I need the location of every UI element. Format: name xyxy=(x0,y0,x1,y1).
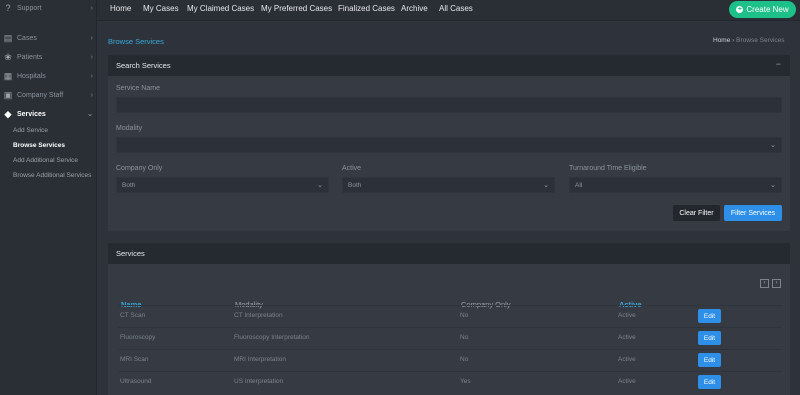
edit-button[interactable]: Edit xyxy=(698,309,721,323)
cell-company-only: No xyxy=(460,312,469,319)
edit-button[interactable]: Edit xyxy=(698,353,721,367)
sidebar: ? Support › ▤ Cases › ❀ Patients › ▦ Hos… xyxy=(0,0,97,395)
sidebar-sub-browse-services[interactable]: Browse Services xyxy=(13,141,93,150)
sidebar-item-label: Cases xyxy=(17,34,37,42)
clear-filter-button[interactable]: Clear Filter xyxy=(673,205,720,221)
sidebar-sub-add-additional-service[interactable]: Add Additional Service xyxy=(13,156,93,165)
create-new-label: Create New xyxy=(746,5,789,14)
cell-company-only: No xyxy=(460,356,469,363)
help-circle-icon: ? xyxy=(5,3,11,13)
cell-company-only: Yes xyxy=(460,378,471,385)
sidebar-item-support[interactable]: ? Support › xyxy=(0,0,97,16)
nav-home[interactable]: Home xyxy=(110,4,131,13)
sidebar-item-services[interactable]: ◆ Services ⌄ xyxy=(0,106,97,122)
chevron-down-icon: ⌄ xyxy=(770,142,776,149)
chevron-down-icon: ⌄ xyxy=(317,182,323,189)
services-panel: Services ‹ › Name Modality Company Only … xyxy=(108,243,790,395)
company-only-select[interactable]: Both ⌄ xyxy=(116,177,329,193)
sidebar-item-label: Patients xyxy=(17,53,43,61)
cell-modality: CT Interpretation xyxy=(234,312,283,319)
search-panel: Search Services − Service Name Modality … xyxy=(108,55,790,231)
turnaround-select[interactable]: All ⌄ xyxy=(569,177,782,193)
sidebar-sub-browse-additional-services[interactable]: Browse Additional Services xyxy=(13,171,93,180)
nav-my-cases[interactable]: My Cases xyxy=(143,4,179,13)
cell-modality: US Interpretation xyxy=(234,378,284,385)
active-label: Active xyxy=(342,165,362,172)
cell-modality: MRI Interpretation xyxy=(234,356,287,363)
breadcrumb-current: Browse Services xyxy=(736,37,785,44)
turnaround-label: Turnaround Time Eligible xyxy=(569,165,647,172)
cell-name: MRI Scan xyxy=(120,356,149,363)
services-panel-title: Services xyxy=(116,249,145,258)
company-only-label: Company Only xyxy=(116,165,163,172)
table-row: CT Scan CT Interpretation No Active Edit xyxy=(118,305,782,327)
page-title: Browse Services xyxy=(108,37,164,46)
modality-label: Modality xyxy=(116,125,143,132)
nav-finalized-cases[interactable]: Finalized Cases xyxy=(338,4,395,13)
next-page-icon[interactable]: › xyxy=(772,279,781,288)
active-value: Both xyxy=(348,181,362,189)
breadcrumb-home[interactable]: Home xyxy=(713,37,730,44)
chevron-right-icon: › xyxy=(90,91,93,99)
nav-my-claimed-cases[interactable]: My Claimed Cases xyxy=(187,4,254,13)
cell-active: Active xyxy=(618,334,636,341)
cell-active: Active xyxy=(618,378,636,385)
prev-page-icon[interactable]: ‹ xyxy=(760,279,769,288)
top-nav: Home My Cases My Claimed Cases My Prefer… xyxy=(97,0,800,21)
breadcrumb: Home › Browse Services xyxy=(713,37,785,44)
create-new-button[interactable]: + Create New xyxy=(729,1,796,18)
cell-modality: Fluoroscopy Interpretation xyxy=(234,334,310,341)
chevron-down-icon: ⌄ xyxy=(770,182,776,189)
paw-icon: ❀ xyxy=(4,52,12,62)
service-name-input[interactable] xyxy=(116,97,782,113)
modality-select[interactable]: ⌄ xyxy=(116,137,782,153)
turnaround-value: All xyxy=(575,181,583,189)
chevron-right-icon: › xyxy=(90,4,93,12)
building-icon: ▦ xyxy=(3,71,13,81)
sidebar-item-patients[interactable]: ❀ Patients › xyxy=(0,49,97,65)
cell-name: CT Scan xyxy=(120,312,146,319)
nav-all-cases[interactable]: All Cases xyxy=(439,4,473,13)
nav-archive[interactable]: Archive xyxy=(401,4,428,13)
sidebar-item-company-staff[interactable]: ▣ Company Staff › xyxy=(0,87,97,103)
sidebar-item-label: Support xyxy=(17,4,42,12)
chevron-right-icon: › xyxy=(90,53,93,61)
sidebar-item-label: Services xyxy=(17,110,46,118)
chevron-right-icon: › xyxy=(90,34,93,42)
plus-circle-icon: + xyxy=(736,6,744,13)
table-row: Ultrasound US Interpretation Yes Active … xyxy=(118,371,782,393)
breadcrumb-separator: › xyxy=(732,37,735,44)
sidebar-sub-add-service[interactable]: Add Service xyxy=(13,126,93,135)
edit-button[interactable]: Edit xyxy=(698,375,721,389)
active-select[interactable]: Both ⌄ xyxy=(342,177,555,193)
search-panel-header: Search Services − xyxy=(108,55,790,76)
cell-active: Active xyxy=(618,312,636,319)
company-only-value: Both xyxy=(122,181,136,189)
clipboard-icon: ▤ xyxy=(3,33,13,43)
chevron-right-icon: › xyxy=(90,72,93,80)
nav-my-preferred-cases[interactable]: My Preferred Cases xyxy=(261,4,332,13)
table-row: MRI Scan MRI Interpretation No Active Ed… xyxy=(118,349,782,371)
edit-button[interactable]: Edit xyxy=(698,331,721,345)
cell-company-only: No xyxy=(460,334,469,341)
tags-icon: ◆ xyxy=(4,109,12,119)
table-row: Fluoroscopy Fluoroscopy Interpretation N… xyxy=(118,327,782,349)
cell-name: Fluoroscopy xyxy=(120,334,156,341)
sidebar-item-label: Company Staff xyxy=(17,91,64,99)
chevron-down-icon: ⌄ xyxy=(543,182,549,189)
sidebar-item-label: Hospitals xyxy=(17,72,46,80)
service-name-label: Service Name xyxy=(116,85,160,92)
filter-services-button[interactable]: Filter Services xyxy=(724,205,782,221)
sidebar-item-hospitals[interactable]: ▦ Hospitals › xyxy=(0,68,97,84)
cell-name: Ultrasound xyxy=(120,378,152,385)
sidebar-item-cases[interactable]: ▤ Cases › xyxy=(0,30,97,46)
cell-active: Active xyxy=(618,356,636,363)
collapse-icon[interactable]: − xyxy=(776,59,781,69)
search-panel-title: Search Services xyxy=(116,61,171,70)
services-panel-header: Services xyxy=(108,243,790,264)
id-card-icon: ▣ xyxy=(3,90,13,100)
chevron-down-icon: ⌄ xyxy=(87,111,93,118)
